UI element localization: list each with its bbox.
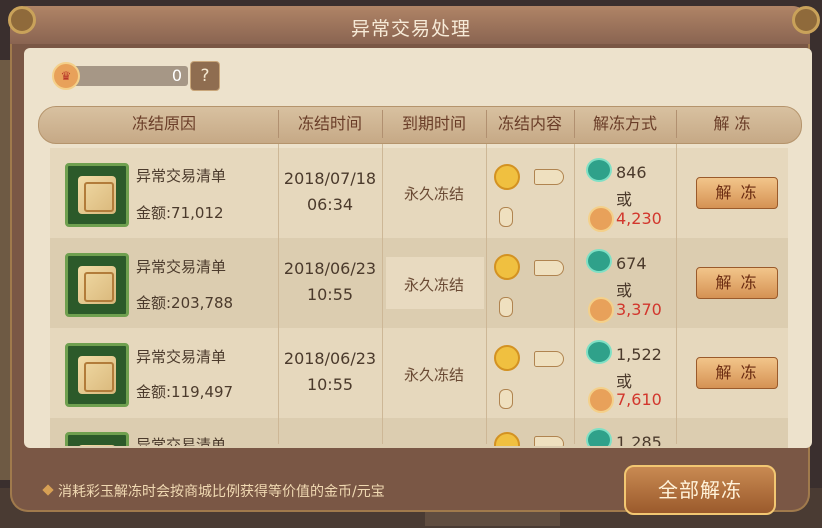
horn-icon (534, 436, 564, 446)
scroll-icon[interactable] (65, 432, 129, 446)
mic-icon (499, 389, 513, 409)
footer-tip: 消耗彩玉解冻时会按商城比例获得等价值的金币/元宝 (58, 484, 385, 500)
unlock-all-button[interactable]: 全部解冻 (624, 465, 776, 515)
dialog-title: 异常交易处理 (350, 18, 471, 40)
coin-icon (494, 345, 520, 371)
freeze-date: 2018/07/18 (283, 169, 377, 188)
help-button[interactable]: ? (190, 61, 220, 91)
item-amount: 金额:203,788 (136, 294, 234, 312)
expire-status: 永久冻结 (403, 185, 464, 203)
jade-cost: 846 (616, 163, 647, 182)
jade-cost: 674 (616, 254, 647, 273)
or-label: 或 (616, 190, 633, 209)
header-divider (278, 110, 279, 138)
header-divider (382, 110, 383, 138)
unlock-button[interactable]: 解 冻 (696, 267, 778, 299)
column-divider (676, 144, 677, 444)
gold-ingot-icon (588, 206, 614, 232)
item-name: 异常交易清单 (136, 348, 227, 366)
unlock-button[interactable]: 解 冻 (696, 177, 778, 209)
item-name: 异常交易清单 (136, 258, 227, 276)
gold-cost: 4,230 (616, 209, 662, 228)
header-divider (574, 110, 575, 138)
gold-cost: 3,370 (616, 300, 662, 319)
or-label: 或 (616, 372, 633, 391)
jade-icon (586, 428, 612, 446)
coin-icon (494, 254, 520, 280)
jade-cost: 1,285 (616, 433, 662, 446)
freeze-time: 06:34 (306, 195, 354, 214)
partial-row-clip: 异常交易清单 1,285 (50, 418, 788, 446)
jade-icon (586, 158, 612, 182)
horn-icon (534, 351, 564, 367)
item-name: 异常交易清单 (136, 436, 227, 446)
jade-icon (586, 249, 612, 273)
gold-ingot-icon (588, 297, 614, 323)
header-divider (486, 110, 487, 138)
header-divider (676, 110, 677, 138)
jade-icon (586, 340, 612, 364)
column-divider (382, 144, 383, 444)
header-freeze-time: 冻结时间 (297, 114, 362, 133)
header-freeze-reason: 冻结原因 (131, 114, 196, 133)
freeze-date: 2018/06/23 (283, 259, 377, 278)
coin-icon (494, 432, 520, 446)
jade-cost: 1,522 (616, 345, 662, 364)
mic-icon (499, 207, 513, 227)
scroll-icon[interactable] (65, 253, 129, 317)
scroll-icon[interactable] (65, 163, 129, 227)
expire-status: 永久冻结 (403, 366, 464, 384)
column-divider (574, 144, 575, 444)
expire-status: 永久冻结 (403, 276, 464, 294)
unlock-button[interactable]: 解 冻 (696, 357, 778, 389)
header-unlock: 解 冻 (713, 114, 751, 133)
currency-value: 0 (171, 66, 182, 85)
item-name: 异常交易清单 (136, 167, 227, 185)
header-freeze-content: 冻结内容 (497, 114, 562, 133)
header-unlock-method: 解冻方式 (592, 114, 657, 133)
scroll-icon[interactable] (65, 343, 129, 407)
header-expire-time: 到期时间 (401, 114, 466, 133)
coin-icon (494, 164, 520, 190)
freeze-time: 10:55 (306, 375, 354, 394)
gold-ingot-icon (588, 387, 614, 413)
horn-icon (534, 260, 564, 276)
gold-ingot-icon: ♛ (52, 62, 80, 90)
gold-cost: 7,610 (616, 390, 662, 409)
mic-icon (499, 297, 513, 317)
column-divider (486, 144, 487, 444)
item-amount: 金额:71,012 (136, 204, 224, 222)
freeze-time: 10:55 (306, 285, 354, 304)
or-label: 或 (616, 281, 633, 300)
freeze-date: 2018/06/23 (283, 349, 377, 368)
horn-icon (534, 169, 564, 185)
item-amount: 金额:119,497 (136, 383, 234, 401)
